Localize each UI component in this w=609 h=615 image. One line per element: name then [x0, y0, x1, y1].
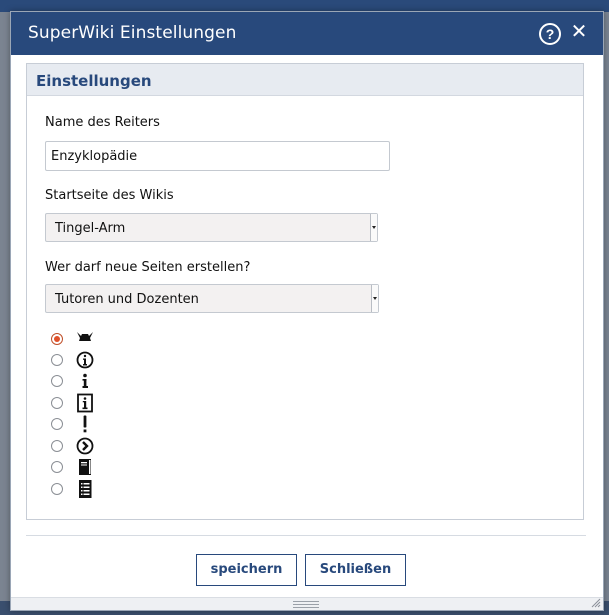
close-button[interactable]: Schließen	[305, 554, 406, 586]
close-icon[interactable]: ✕	[570, 21, 588, 43]
fieldset-legend: Einstellungen	[27, 64, 583, 96]
icon-option-info-box[interactable]	[51, 393, 111, 413]
icon-radio[interactable]	[51, 483, 63, 495]
icon-option-exclamation[interactable]	[51, 414, 111, 434]
create-permission-label: Wer darf neue Seiten erstellen?	[45, 260, 251, 275]
exclamation-icon	[83, 415, 87, 433]
icon-radio[interactable]	[51, 397, 63, 409]
chevron-down-icon	[370, 214, 377, 241]
viking-helmet-icon	[77, 332, 93, 341]
icon-option-info-circle[interactable]	[51, 350, 111, 370]
icon-option-info[interactable]	[51, 371, 111, 391]
tab-name-label: Name des Reiters	[45, 115, 160, 130]
corner-resize-icon[interactable]	[591, 598, 601, 608]
grip-lines-icon	[293, 601, 319, 608]
settings-dialog: SuperWiki Einstellungen ? ✕ Einstellunge…	[10, 11, 604, 611]
icon-option-list-document[interactable]	[51, 479, 111, 499]
create-permission-select-value: Tutoren und Dozenten	[55, 292, 199, 307]
icon-option-arrow-circle[interactable]	[51, 436, 111, 456]
tab-name-input[interactable]: Enzyklopädie	[45, 141, 390, 171]
settings-fieldset: Einstellungen Name des Reiters Enzyklopä…	[26, 63, 584, 520]
dialog-titlebar[interactable]: SuperWiki Einstellungen ? ✕	[11, 12, 603, 55]
resize-handle[interactable]	[11, 597, 603, 610]
icon-option-book[interactable]	[51, 457, 111, 477]
icon-radio[interactable]	[51, 461, 63, 473]
info-box-icon	[77, 393, 93, 413]
save-button[interactable]: speichern	[196, 554, 297, 586]
icon-radio[interactable]	[51, 418, 63, 430]
footer-divider	[26, 535, 586, 536]
create-permission-select[interactable]: Tutoren und Dozenten	[45, 284, 379, 313]
icon-radio[interactable]	[51, 440, 63, 452]
help-icon[interactable]: ?	[539, 23, 561, 45]
start-page-select-value: Tingel-Arm	[55, 221, 126, 236]
info-circle-icon	[76, 351, 94, 369]
book-icon	[79, 459, 91, 475]
dialog-title: SuperWiki Einstellungen	[28, 23, 237, 43]
arrow-circle-icon	[76, 437, 94, 455]
info-icon	[82, 373, 88, 388]
list-document-icon	[79, 480, 92, 498]
chevron-down-icon	[371, 285, 378, 312]
icon-radio[interactable]	[51, 375, 63, 387]
start-page-label: Startseite des Wikis	[45, 188, 174, 203]
icon-radio[interactable]	[51, 354, 63, 366]
fieldset-legend-label: Einstellungen	[36, 72, 152, 90]
icon-radio[interactable]	[51, 333, 63, 345]
icon-option-viking-helmet[interactable]	[51, 329, 111, 349]
start-page-select[interactable]: Tingel-Arm	[45, 213, 378, 242]
